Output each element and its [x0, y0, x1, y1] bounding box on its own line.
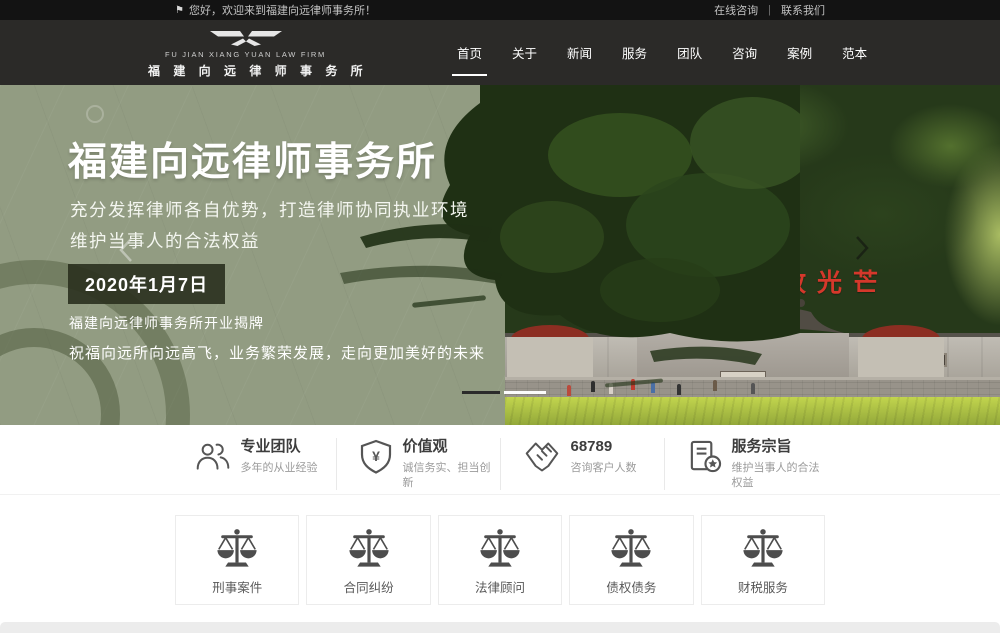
carousel-dot[interactable] [504, 391, 546, 394]
service-card-counsel[interactable]: 法律顾问 [438, 515, 562, 605]
decor-circle-outline [86, 105, 104, 123]
hero-subtitle-line1: 充分发挥律师各自优势，打造律师协同执业环境 [70, 197, 469, 222]
topbar-separator: | [768, 4, 771, 16]
chevron-left-icon [116, 235, 136, 265]
hero-title: 福建向远律师事务所 [68, 131, 437, 187]
nav-item-about[interactable]: 关于 [510, 37, 539, 68]
scale-icon [478, 527, 522, 569]
feature-title: 专业团队 [241, 438, 318, 457]
law-firm-homepage: ⚑ 您好，欢迎来到福建向远律师事务所！ 在线咨询 | 联系我们 FU JIAN … [0, 0, 1000, 633]
flag-icon: ⚑ [175, 5, 184, 16]
feature-team: 专业团队 多年的从业经验 [173, 438, 336, 490]
welcome-text: 您好，欢迎来到福建向远律师事务所！ [189, 2, 376, 18]
feature-desc: 维护当事人的合法权益 [732, 461, 828, 491]
feature-desc: 多年的从业经验 [241, 461, 318, 476]
hero-date-badge: 2020年1月7日 [68, 264, 225, 304]
handshake-icon [523, 439, 561, 475]
service-card-label: 法律顾问 [439, 577, 561, 596]
photo-person [591, 381, 595, 392]
scale-icon [609, 527, 653, 569]
carousel-dot-active[interactable] [462, 391, 500, 394]
service-card-tax[interactable]: 财税服务 [701, 515, 825, 605]
service-card-contract[interactable]: 合同纠纷 [306, 515, 430, 605]
hero-subtitle-line2: 维护当事人的合法权益 [70, 228, 260, 253]
nav-item-news[interactable]: 新闻 [565, 37, 594, 68]
nav-item-team[interactable]: 团队 [675, 37, 704, 68]
photo-person [631, 379, 635, 390]
photo-hall-wall [637, 333, 849, 381]
nav-item-templates[interactable]: 范本 [840, 37, 869, 68]
scale-icon [215, 527, 259, 569]
photo-gable-wall-right [858, 337, 944, 381]
feature-strip: 专业团队 多年的从业经验 ¥ 价值观 诚信务实、担当创新 [0, 425, 1000, 495]
chevron-right-icon [852, 233, 872, 263]
nav-item-cases[interactable]: 案例 [785, 37, 814, 68]
logo-en-text: FU JIAN XIANG YUAN LAW FIRM [148, 50, 343, 59]
service-card-label: 刑事案件 [176, 577, 298, 596]
photo-person [751, 383, 755, 394]
logo-mark-icon [208, 29, 284, 48]
service-card-debt[interactable]: 债权债务 [569, 515, 693, 605]
scale-icon [741, 527, 785, 569]
photo-hall-roof [623, 299, 863, 337]
service-cards: 刑事案件 合同纠纷 法律顾问 债权债务 财税服务 [0, 495, 1000, 605]
feature-title: 68789 [571, 438, 637, 457]
feature-desc: 咨询客户人数 [571, 461, 637, 476]
svg-text:¥: ¥ [372, 448, 380, 464]
team-icon [195, 439, 231, 473]
photo-person [651, 382, 655, 393]
logo-cn-text: 福 建 向 远 律 师 事 务 所 [148, 62, 343, 79]
service-card-label: 合同纠纷 [307, 577, 429, 596]
next-section-strip [0, 622, 1000, 633]
document-star-icon [687, 439, 722, 474]
photo-person [609, 383, 613, 394]
shield-yen-icon: ¥ [359, 439, 393, 475]
photo-gable-wall-left [507, 337, 593, 381]
scale-icon [347, 527, 391, 569]
feature-desc: 诚信务实、担当创新 [403, 461, 500, 491]
feature-mission: 服务宗旨 维护当事人的合法权益 [664, 438, 828, 490]
carousel-next-arrow[interactable] [852, 233, 872, 266]
photo-flower-field [505, 397, 1000, 425]
topbar: ⚑ 您好，欢迎来到福建向远律师事务所！ 在线咨询 | 联系我们 [0, 0, 1000, 20]
photo-person [677, 384, 681, 395]
service-card-label: 债权债务 [570, 577, 692, 596]
site-header: FU JIAN XIANG YUAN LAW FIRM 福 建 向 远 律 师 … [0, 20, 1000, 85]
feature-values: ¥ 价值观 诚信务实、担当创新 [336, 438, 500, 490]
photo-slogan-text: 古田会议永放光芒 [535, 263, 955, 299]
nav-item-services[interactable]: 服务 [620, 37, 649, 68]
contact-us-link[interactable]: 联系我们 [781, 2, 825, 18]
service-card-label: 财税服务 [702, 577, 824, 596]
nav-item-home[interactable]: 首页 [455, 37, 484, 68]
feature-client-count: 68789 咨询客户人数 [500, 438, 664, 490]
online-consult-link[interactable]: 在线咨询 [714, 2, 758, 18]
feature-title: 服务宗旨 [732, 438, 828, 457]
feature-title: 价值观 [403, 438, 500, 457]
photo-person [567, 385, 571, 396]
photo-person [713, 380, 717, 391]
hero-carousel: 古田会议永放光芒 [0, 85, 1000, 425]
service-card-criminal[interactable]: 刑事案件 [175, 515, 299, 605]
photo-main-hall [623, 299, 863, 381]
carousel-prev-arrow[interactable] [116, 235, 136, 268]
nav-item-consult[interactable]: 咨询 [730, 37, 759, 68]
hero-news-line2: 祝福向远所向远高飞，业务繁荣发展，走向更加美好的未来 [69, 342, 485, 363]
main-nav: 首页 关于 新闻 服务 团队 咨询 案例 范本 [455, 20, 869, 85]
logo[interactable]: FU JIAN XIANG YUAN LAW FIRM 福 建 向 远 律 师 … [148, 29, 343, 79]
hero-news-line1: 福建向远律师事务所开业揭牌 [69, 313, 264, 333]
hero-photo: 古田会议永放光芒 [505, 85, 1000, 425]
